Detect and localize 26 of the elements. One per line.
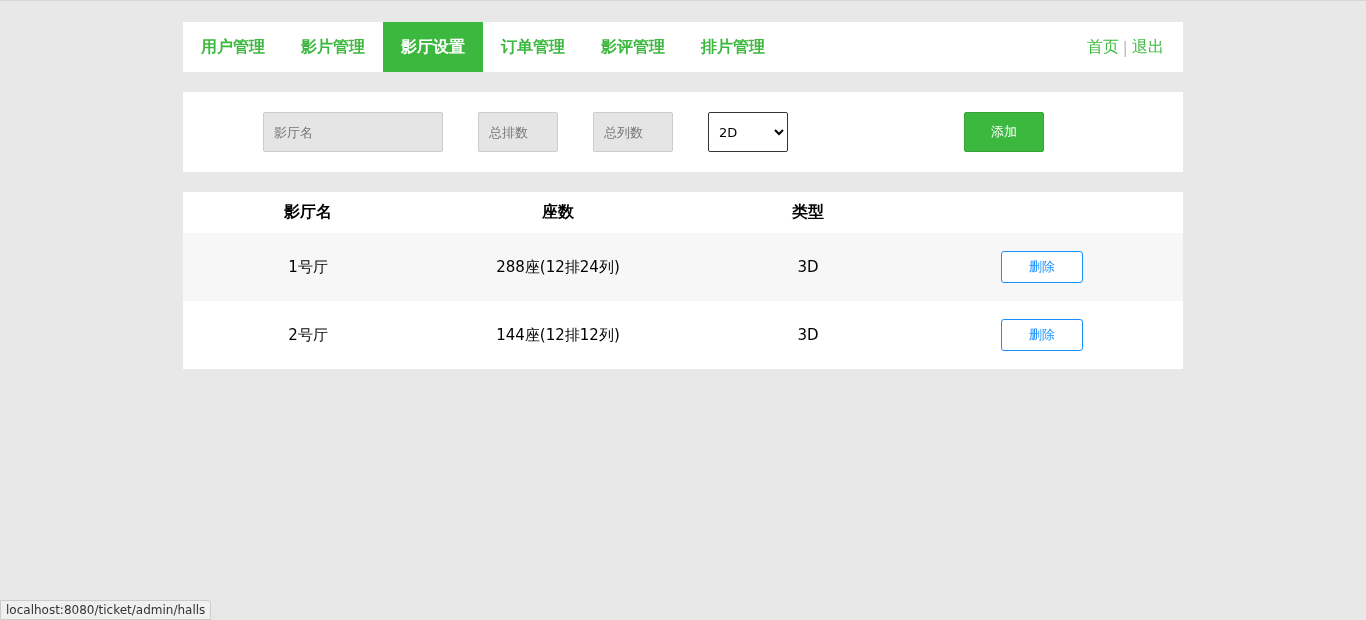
status-bar: localhost:8080/ticket/admin/halls: [0, 600, 212, 620]
nav-tab[interactable]: 影评管理: [583, 22, 683, 72]
rows-field[interactable]: 总排数: [478, 112, 558, 152]
type-select[interactable]: 2D: [708, 112, 788, 152]
nav-tab[interactable]: 影片管理: [283, 22, 383, 72]
hall-name-field[interactable]: 影厅名: [263, 112, 443, 152]
column-header: 影厅名: [283, 202, 333, 223]
nav-link[interactable]: 首页: [1086, 36, 1119, 58]
nav-tab[interactable]: 影厅设置: [383, 22, 483, 72]
delete-button[interactable]: 删除: [1001, 251, 1083, 283]
table-cell: 3D: [797, 258, 819, 276]
nav-tab[interactable]: 排片管理: [683, 22, 783, 72]
table-cell: 288座(12排24列): [496, 257, 620, 276]
table-cell: 2号厅: [288, 325, 328, 344]
table-cell: 1号厅: [288, 257, 328, 276]
nav-link[interactable]: 退出: [1132, 36, 1164, 58]
column-header: 类型: [791, 202, 825, 223]
table-cell: 3D: [797, 326, 819, 344]
column-header: 座数: [541, 202, 575, 223]
table-cell: 144座(12排12列): [496, 325, 620, 344]
columns-field[interactable]: 总列数: [593, 112, 673, 152]
nav-tab[interactable]: 用户管理: [183, 22, 283, 72]
nav-tab[interactable]: 订单管理: [483, 22, 583, 72]
delete-button[interactable]: 删除: [1001, 319, 1083, 351]
add-button[interactable]: 添加: [964, 112, 1044, 152]
separator: |: [1122, 37, 1128, 57]
